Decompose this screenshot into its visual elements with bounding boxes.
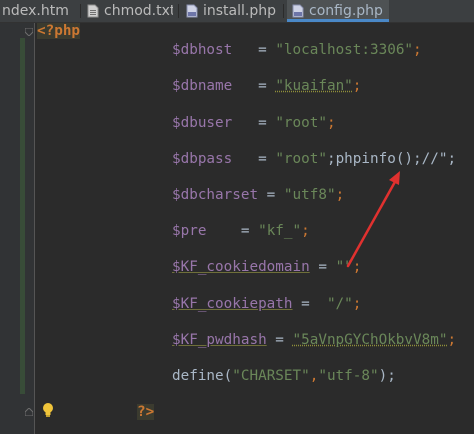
operator: = bbox=[232, 42, 276, 58]
code-line-pwdhash[interactable]: $KF_pwdhash = "5aVnpGYChOkbvV8m"; bbox=[172, 330, 456, 350]
tab-separator bbox=[80, 4, 81, 18]
gutter-divider bbox=[34, 23, 35, 434]
tab-chmod-txt[interactable]: chmod.txt bbox=[83, 0, 173, 22]
tab-label: ndex.htm bbox=[2, 3, 69, 19]
string-value: "localhost:3306" bbox=[275, 42, 414, 58]
function-name: define( bbox=[172, 368, 233, 384]
line-end: ; bbox=[301, 223, 310, 239]
code-line-dbname[interactable]: $dbname = "kuaifan"; bbox=[172, 76, 361, 96]
code-line-cookiepath[interactable]: $KF_cookiepath = "/"; bbox=[172, 294, 361, 314]
string-value: "kf_" bbox=[258, 223, 302, 239]
line-end: ; bbox=[413, 42, 422, 58]
tab-index-htm[interactable]: ndex.htm bbox=[0, 0, 72, 22]
code-line-dbhost[interactable]: $dbhost = "localhost:3306"; bbox=[172, 40, 422, 60]
operator: = bbox=[232, 115, 276, 131]
php-close-tag-line[interactable]: ?> bbox=[137, 402, 155, 422]
string-value: "" bbox=[335, 259, 353, 275]
line-end: ; bbox=[352, 296, 362, 312]
operator: = bbox=[206, 223, 259, 239]
code-line-dbcharset[interactable]: $dbcharset = "utf8"; bbox=[172, 185, 344, 205]
text-file-icon bbox=[87, 4, 99, 18]
fold-open-icon[interactable] bbox=[25, 28, 33, 36]
var-name: $dbuser bbox=[172, 115, 233, 131]
injected-code: ;phpinfo();//"; bbox=[326, 151, 457, 167]
tab-separator bbox=[178, 4, 179, 18]
operator: = bbox=[258, 187, 284, 203]
var-name: $dbname bbox=[172, 78, 233, 94]
code-line-dbuser[interactable]: $dbuser = "root"; bbox=[172, 113, 336, 133]
php-file-icon bbox=[292, 4, 304, 18]
tab-config-php[interactable]: config.php bbox=[287, 0, 389, 22]
vcs-change-marker[interactable] bbox=[20, 38, 25, 394]
code-line-pre[interactable]: $pre = "kf_"; bbox=[172, 221, 310, 241]
operator: = bbox=[309, 259, 336, 275]
tab-label: config.php bbox=[309, 3, 383, 19]
operator: = bbox=[232, 78, 276, 94]
line-end: ); bbox=[378, 368, 396, 384]
operator: = bbox=[232, 151, 276, 167]
fold-close-icon[interactable] bbox=[25, 408, 33, 416]
operator: = bbox=[292, 296, 327, 312]
string-value: "utf-8" bbox=[318, 368, 379, 384]
line-end: ; bbox=[335, 187, 345, 203]
line-end: ; bbox=[447, 332, 457, 348]
string-value: "CHARSET" bbox=[232, 368, 310, 384]
tab-label: install.php bbox=[203, 3, 277, 19]
php-close-tag: ?> bbox=[137, 404, 155, 420]
var-name: $dbpass bbox=[172, 151, 233, 167]
line-end: ; bbox=[326, 115, 336, 131]
php-file-icon bbox=[186, 4, 198, 18]
line-end: ; bbox=[352, 259, 362, 275]
string-value: "root" bbox=[275, 151, 327, 167]
var-name: $KF_cookiedomain bbox=[172, 259, 310, 275]
string-value: "kuaifan" bbox=[275, 78, 353, 94]
code-line-cookiedomain[interactable]: $KF_cookiedomain = ""; bbox=[172, 257, 361, 277]
string-value: "/" bbox=[326, 296, 353, 312]
line-gutter bbox=[0, 23, 34, 434]
string-value: "utf8" bbox=[283, 187, 336, 203]
var-name: $dbcharset bbox=[172, 187, 259, 203]
tab-separator bbox=[283, 4, 284, 18]
string-value: "root" bbox=[275, 115, 327, 131]
code-line-dbpass[interactable]: $dbpass = "root";phpinfo();//"; bbox=[172, 149, 456, 169]
php-open-tag: <?php bbox=[37, 23, 81, 39]
lightbulb-icon[interactable] bbox=[42, 402, 54, 418]
line-end: ; bbox=[352, 78, 362, 94]
editor-tab-bar: ndex.htm chmod.txt install.php config.ph… bbox=[0, 0, 474, 23]
string-value: "5aVnpGYChOkbvV8m" bbox=[292, 332, 448, 348]
code-line-define[interactable]: define("CHARSET","utf-8"); bbox=[172, 366, 396, 386]
var-name: $KF_pwdhash bbox=[172, 332, 267, 348]
ide-window: ndex.htm chmod.txt install.php config.ph… bbox=[0, 0, 474, 434]
var-name: $dbhost bbox=[172, 42, 233, 58]
var-name: $KF_cookiepath bbox=[172, 296, 293, 312]
var-name: $pre bbox=[172, 223, 207, 239]
operator: = bbox=[266, 332, 293, 348]
php-open-tag-line[interactable]: <?php bbox=[37, 21, 81, 41]
tab-label: chmod.txt bbox=[104, 3, 173, 19]
tab-install-php[interactable]: install.php bbox=[182, 0, 278, 22]
